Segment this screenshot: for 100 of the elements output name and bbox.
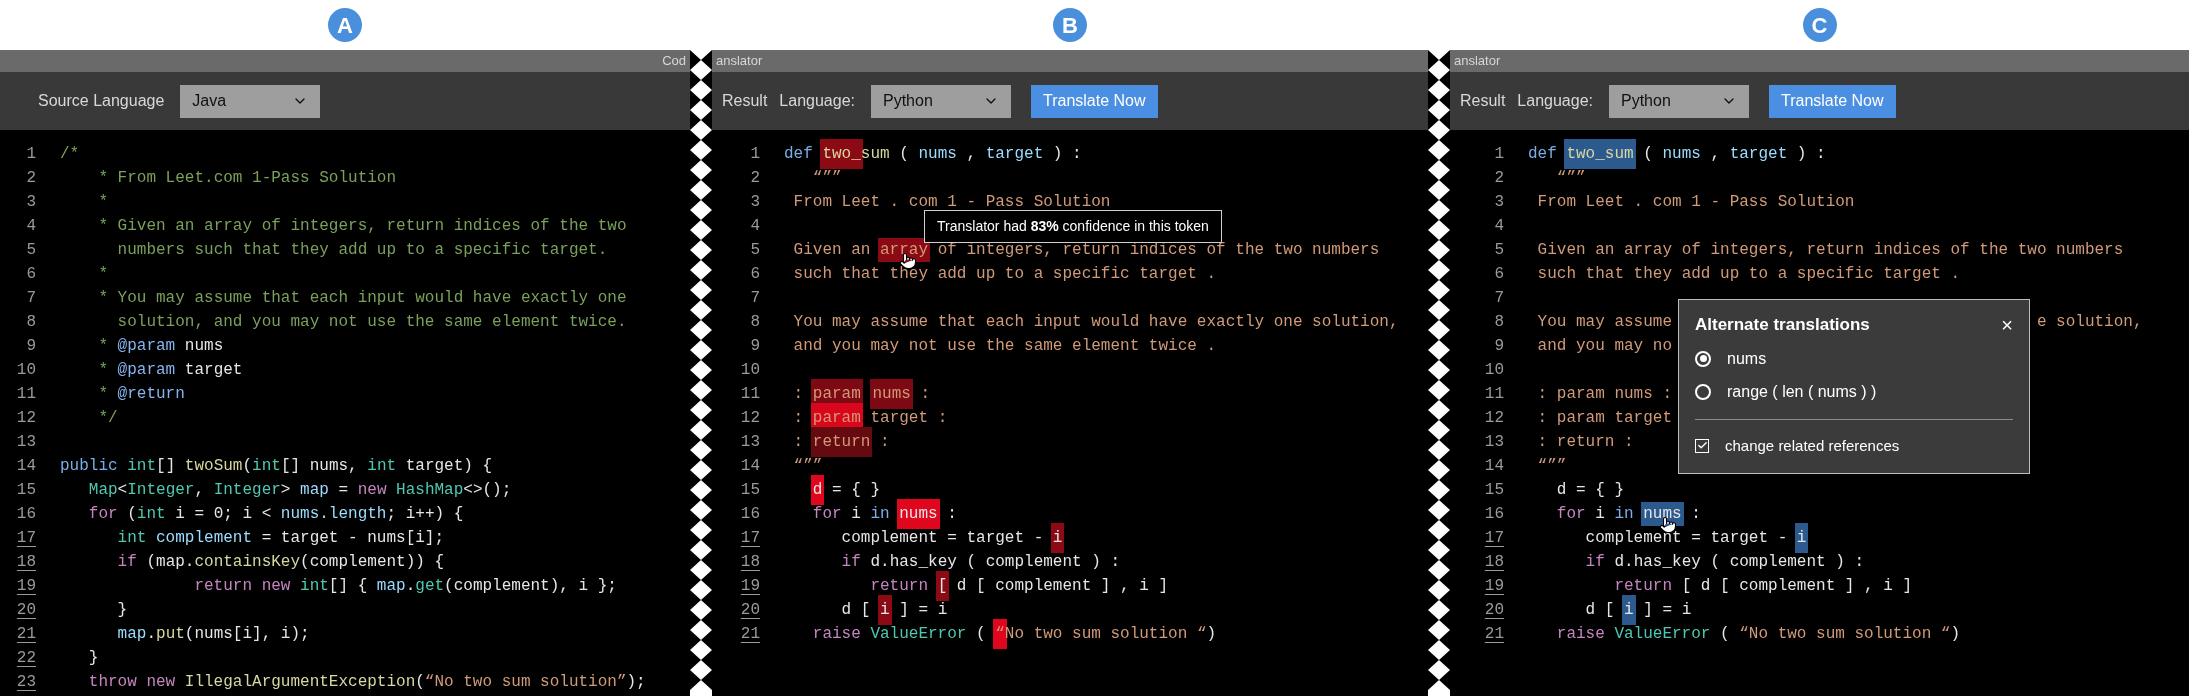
code-token: * — [97, 192, 108, 213]
code-token: d [ — [1585, 600, 1616, 621]
code-token: def — [784, 144, 814, 165]
close-button[interactable]: × — [2001, 314, 2013, 335]
highlighted-token: d — [810, 475, 825, 505]
code-token: if — [841, 552, 862, 573]
code-token: (nums[i], i); — [184, 624, 310, 645]
highlighted-token: [ — [935, 571, 950, 601]
language-dropdown[interactable]: Python — [871, 84, 1011, 118]
code-token: nums.length — [280, 504, 387, 525]
code-token: int — [117, 528, 148, 549]
toolbar-label: Language: — [779, 91, 855, 111]
line-number: 1 — [749, 144, 760, 165]
code-token: d.has_key ( complement ) : — [870, 552, 1121, 573]
code-token: target) { — [404, 456, 493, 477]
code-token: def — [1528, 144, 1558, 165]
code-token: ( — [242, 456, 253, 477]
code-token: “”” — [792, 456, 823, 477]
code-token: ( — [415, 672, 425, 693]
line-number: 21 — [739, 624, 760, 645]
code-token: ( — [1719, 624, 1731, 645]
line-number: 4 — [25, 216, 36, 237]
popup-title: Alternate translations — [1695, 314, 1870, 336]
code-token: . — [405, 576, 416, 597]
line-number: 21 — [1483, 624, 1504, 645]
line-number: 19 — [1483, 576, 1504, 597]
line-number: 9 — [1493, 336, 1504, 357]
code-token: * You may assume that each input would have exactly one — [97, 288, 627, 309]
code-token: solution, and you may not use the same element twice. — [116, 312, 627, 333]
code-token: return — [870, 576, 929, 597]
line-number: 5 — [749, 240, 760, 261]
code-token: numbers such that they add up to a specific target. — [116, 240, 608, 261]
window-title: anslator — [716, 52, 763, 71]
code-token: int — [252, 456, 281, 477]
code-token: * — [97, 384, 109, 405]
highlighted-token: i — [1050, 523, 1065, 553]
line-number: 4 — [749, 216, 760, 237]
code-token: [ d [ complement ] , i ] — [1681, 576, 1913, 597]
radio-option[interactable]: nums — [1695, 346, 2013, 371]
code-token: * Given an array of integers, return indices of the two — [97, 216, 627, 237]
radio-option[interactable]: range ( len ( nums ) ) — [1695, 379, 2013, 404]
line-number: 2 — [25, 168, 36, 189]
code-token: twoSum — [184, 456, 243, 477]
code-token: ) — [1950, 624, 1961, 645]
code-token: . — [146, 624, 157, 645]
code-token: throw new — [88, 672, 177, 693]
checkbox-option[interactable]: change related references — [1695, 434, 2013, 457]
code-token: Integer — [213, 480, 281, 501]
toolbar-label: Language: — [1517, 91, 1593, 111]
window-title: anslator — [1454, 52, 1501, 71]
line-number: 17 — [15, 528, 36, 549]
highlighted-token: nums — [1641, 502, 1684, 526]
line-number: 3 — [749, 192, 760, 213]
toolbar-label: Result — [722, 91, 768, 111]
line-number: 14 — [1483, 456, 1504, 477]
code-token: int — [136, 504, 166, 525]
code-token: , — [194, 480, 206, 501]
line-number: 23 — [15, 672, 36, 693]
code-token: ( — [975, 624, 987, 645]
code-token: d [ complement ] , i ] — [955, 576, 1169, 597]
line-number: 3 — [1493, 192, 1504, 213]
code-token: d.has_key ( complement ) : — [1614, 552, 1865, 573]
language-dropdown[interactable]: Java — [180, 84, 321, 118]
code-token: ] = i — [898, 600, 948, 621]
code-token: nums — [183, 336, 224, 357]
line-number: 12 — [739, 408, 760, 429]
code-token: new — [357, 480, 388, 501]
line-number: 7 — [1493, 288, 1504, 309]
line-number: 14 — [739, 456, 760, 477]
code-token: @param — [117, 360, 176, 381]
code-token: : — [946, 504, 957, 525]
code-token: return new — [193, 576, 292, 597]
line-number: 16 — [15, 504, 36, 525]
code-token: int — [367, 456, 397, 477]
code-token: in — [870, 504, 891, 525]
code-token: ) : — [1051, 144, 1082, 165]
line-number: 10 — [739, 360, 760, 381]
language-dropdown[interactable]: Python — [1609, 84, 1749, 118]
code-token: , — [1709, 144, 1722, 165]
line-number: 15 — [15, 480, 36, 501]
line-number: 16 — [1483, 504, 1504, 525]
code-token: ValueError — [1614, 624, 1711, 645]
code-token: */ — [97, 408, 118, 429]
line-number: 11 — [15, 384, 36, 405]
code-token: for — [812, 504, 843, 525]
code-token: * From Leet.com 1-Pass Solution — [97, 168, 397, 189]
code-token: ( — [127, 504, 137, 525]
line-number: 13 — [15, 432, 36, 453]
code-token: ( — [898, 144, 910, 165]
line-number: 20 — [1483, 600, 1504, 621]
code-token: @param — [117, 336, 176, 357]
code-token: “”” — [1555, 168, 1586, 189]
code-token: Given an — [792, 240, 872, 261]
code-token: public — [60, 456, 119, 477]
line-number: 10 — [15, 360, 36, 381]
code-token: for — [1556, 504, 1587, 525]
code-token: raise — [812, 624, 862, 645]
panel-label: B — [1053, 8, 1087, 42]
code-token: raise — [1556, 624, 1606, 645]
panel-label: C — [1802, 8, 1837, 42]
